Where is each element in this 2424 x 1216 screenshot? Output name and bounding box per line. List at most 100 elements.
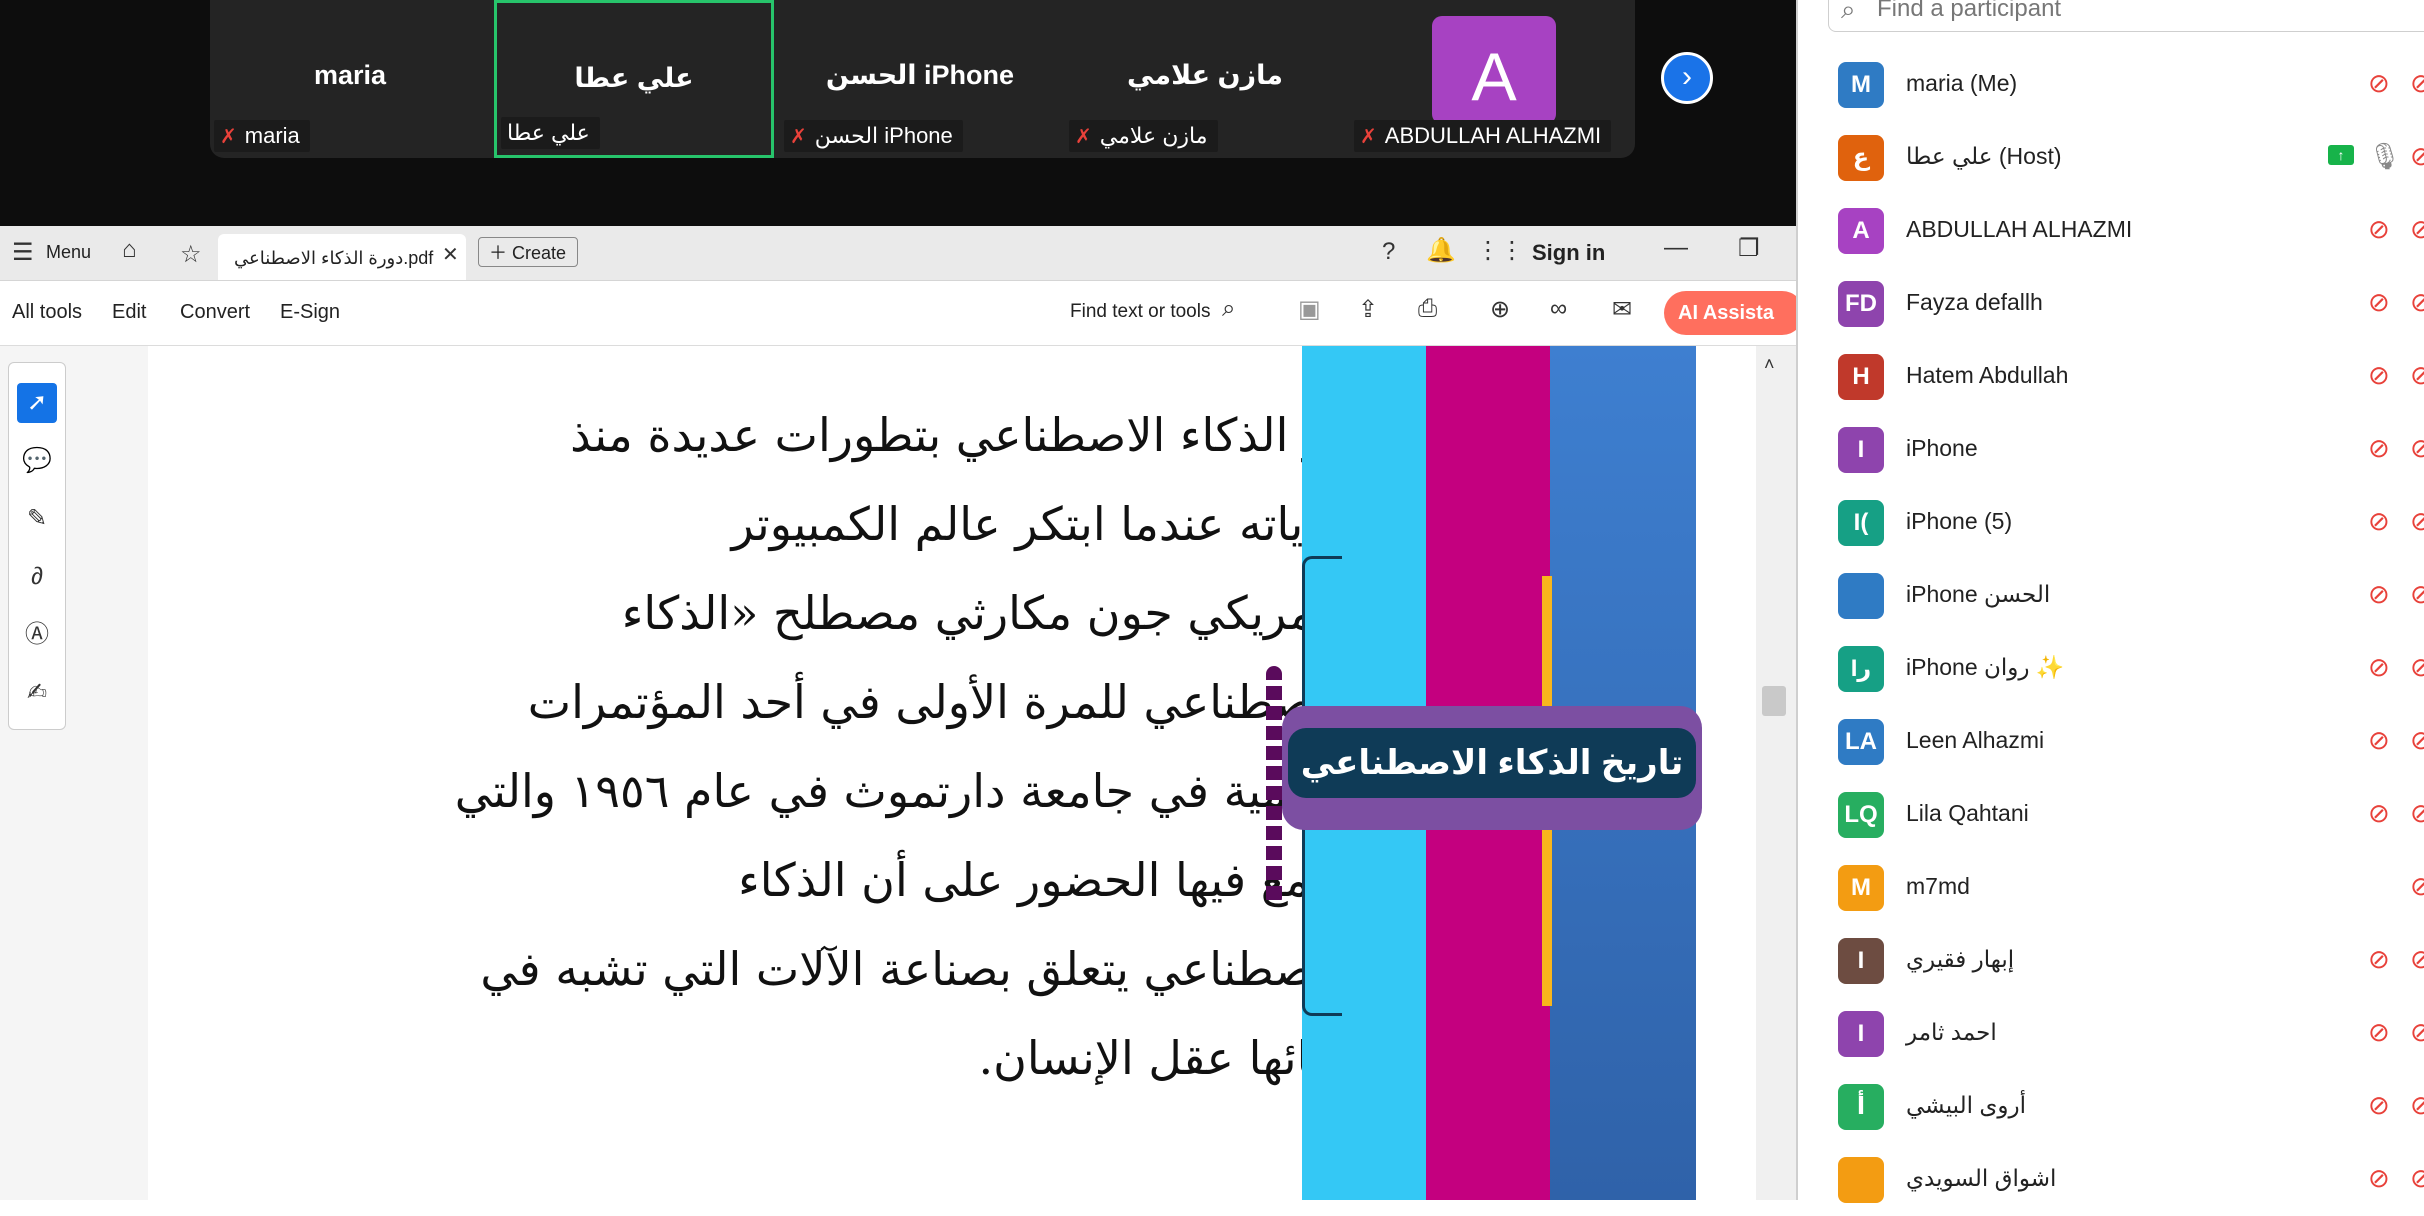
create-button[interactable]: ＋ Create bbox=[478, 237, 578, 267]
all-tools-button[interactable]: All tools bbox=[12, 301, 82, 324]
video-off-icon[interactable]: ⊘ bbox=[2410, 871, 2424, 902]
participant-row[interactable]: iPhone الحسن ⊘ ⊘ bbox=[1798, 559, 2424, 632]
video-off-icon[interactable]: ⊘ bbox=[2410, 1090, 2424, 1121]
avatar: I bbox=[1838, 427, 1884, 473]
draw-freehand-icon[interactable]: ∂ bbox=[17, 557, 57, 597]
video-off-icon[interactable]: ⊘ bbox=[2410, 944, 2424, 975]
participant-row[interactable]: Mm7md ⊘ bbox=[1798, 851, 2424, 924]
video-off-icon[interactable]: ⊘ bbox=[2410, 433, 2424, 464]
mic-muted-icon[interactable]: ⊘ bbox=[2368, 1090, 2390, 1121]
mic-muted-icon[interactable]: ⊘ bbox=[2368, 944, 2390, 975]
esign-button[interactable]: E-Sign bbox=[280, 301, 340, 324]
vertical-scrollbar[interactable]: ˄ bbox=[1756, 346, 1796, 1200]
video-off-icon[interactable]: ⊘ bbox=[2410, 725, 2424, 756]
participant-row[interactable]: ع علي عطا (Host) ↑ 🎙 ⊘ bbox=[1798, 121, 2424, 194]
mic-muted-icon[interactable]: ⊘ bbox=[2368, 433, 2390, 464]
participant-row[interactable]: H Hatem Abdullah ⊘ ⊘ bbox=[1798, 340, 2424, 413]
mic-muted-icon[interactable]: ⊘ bbox=[2368, 652, 2390, 683]
home-icon[interactable]: ⌂ bbox=[122, 236, 137, 264]
convert-button[interactable]: Convert bbox=[180, 301, 250, 324]
participant-row[interactable]: اشواق السويدي ⊘ ⊘ bbox=[1798, 1143, 2424, 1216]
menu-button[interactable]: Menu bbox=[46, 242, 91, 263]
apps-grid-icon[interactable]: ⋮⋮ bbox=[1476, 236, 1524, 265]
participant-row[interactable]: أ أروى البيشي ⊘ ⊘ bbox=[1798, 1070, 2424, 1143]
scrollbar-thumb[interactable] bbox=[1762, 686, 1786, 716]
quick-tools-panel: ➚ 💬 ✎ ∂ Ⓐ ✍ bbox=[8, 362, 66, 730]
avatar: I( bbox=[1838, 500, 1884, 546]
mic-muted-icon: ✗ bbox=[220, 126, 237, 148]
avatar: I bbox=[1838, 1011, 1884, 1057]
video-off-icon[interactable]: ⊘ bbox=[2410, 1017, 2424, 1048]
search-icon[interactable]: ⌕ bbox=[1222, 295, 1235, 323]
minimize-icon[interactable]: — bbox=[1664, 234, 1688, 262]
mic-muted-icon[interactable]: ⊘ bbox=[2368, 506, 2390, 537]
select-cursor-icon[interactable]: ➚ bbox=[17, 383, 57, 423]
pdf-text-line: مر الذكاء الاصطناعي بتطورات عديدة منذ bbox=[570, 408, 1353, 462]
mic-muted-icon[interactable]: ⊘ bbox=[2368, 68, 2390, 99]
share-icon[interactable]: ⊕ bbox=[1490, 295, 1510, 324]
print-icon[interactable]: ⎙ bbox=[1418, 295, 1437, 323]
mic-icon[interactable]: 🎙 bbox=[2368, 141, 2401, 172]
mic-muted-icon[interactable]: ⊘ bbox=[2368, 360, 2390, 391]
participant-row[interactable]: A ABDULLAH ALHAZMI ⊘ ⊘ bbox=[1798, 194, 2424, 267]
next-page-button[interactable]: › bbox=[1661, 52, 1713, 104]
ai-assistant-button[interactable]: AI Assista bbox=[1664, 291, 1804, 335]
mic-muted-icon[interactable]: ⊘ bbox=[2368, 725, 2390, 756]
video-tile[interactable]: مازن علامي ✗ مازن علامي bbox=[1065, 0, 1345, 158]
email-icon[interactable]: ✉ bbox=[1612, 295, 1632, 324]
participant-row[interactable]: IiPhone ⊘ ⊘ bbox=[1798, 413, 2424, 486]
cloud-upload-icon[interactable]: ⇪ bbox=[1358, 295, 1378, 324]
video-off-icon[interactable]: ⊘ bbox=[2410, 652, 2424, 683]
video-tile[interactable]: A ✗ ABDULLAH ALHAZMI bbox=[1350, 0, 1630, 158]
participant-name: اشواق السويدي bbox=[1906, 1165, 2057, 1191]
video-tile[interactable]: maria ✗ maria bbox=[210, 0, 490, 158]
sign-in-button[interactable]: Sign in bbox=[1532, 240, 1605, 266]
video-off-icon[interactable]: ⊘ bbox=[2410, 141, 2424, 172]
mic-muted-icon[interactable]: ⊘ bbox=[2368, 1017, 2390, 1048]
title-banner: تاريخ الذكاء الاصطناعي bbox=[1282, 706, 1702, 830]
highlight-pen-icon[interactable]: ✎ bbox=[17, 499, 57, 539]
close-tab-icon[interactable]: ✕ bbox=[442, 242, 459, 267]
video-off-icon[interactable]: ⊘ bbox=[2410, 798, 2424, 829]
edit-button[interactable]: Edit bbox=[112, 301, 146, 324]
participant-search-input[interactable]: ⌕ Find a participant bbox=[1828, 0, 2424, 32]
mic-muted-icon[interactable]: ⊘ bbox=[2368, 579, 2390, 610]
help-icon[interactable]: ? bbox=[1382, 238, 1395, 266]
mic-muted-icon[interactable]: ⊘ bbox=[2368, 214, 2390, 245]
hamburger-icon[interactable]: ☰ bbox=[12, 238, 34, 267]
find-text-button[interactable]: Find text or tools bbox=[1070, 301, 1210, 323]
text-box-icon[interactable]: Ⓐ bbox=[17, 615, 57, 655]
restore-icon[interactable]: ❐ bbox=[1738, 234, 1760, 263]
document-tab[interactable]: ☆ دورة الذكاء الاصطناعي.pdf ✕ bbox=[180, 234, 466, 280]
link-icon[interactable]: ∞ bbox=[1550, 295, 1567, 323]
plus-icon: ＋ bbox=[489, 243, 513, 263]
video-off-icon[interactable]: ⊘ bbox=[2410, 579, 2424, 610]
participant-row[interactable]: LQ Lila Qahtani ⊘ ⊘ bbox=[1798, 778, 2424, 851]
video-off-icon[interactable]: ⊘ bbox=[2410, 287, 2424, 318]
video-off-icon[interactable]: ⊘ bbox=[2410, 214, 2424, 245]
mic-muted-icon[interactable]: ⊘ bbox=[2368, 287, 2390, 318]
participant-row[interactable]: I(iPhone (5) ⊘ ⊘ bbox=[1798, 486, 2424, 559]
participant-name: iPhone bbox=[1906, 435, 1978, 461]
video-off-icon[interactable]: ⊘ bbox=[2410, 1163, 2424, 1194]
participant-row[interactable]: Mmaria (Me) ⊘ ⊘ bbox=[1798, 48, 2424, 121]
title-bar: ☰ Menu ⌂ ☆ دورة الذكاء الاصطناعي.pdf ✕ ＋… bbox=[0, 226, 1796, 281]
save-icon[interactable]: ▣ bbox=[1298, 295, 1321, 324]
video-off-icon[interactable]: ⊘ bbox=[2410, 360, 2424, 391]
participant-row[interactable]: I احمد ثامر ⊘ ⊘ bbox=[1798, 997, 2424, 1070]
fill-sign-icon[interactable]: ✍ bbox=[17, 673, 57, 713]
video-tile[interactable]: الحسن iPhone ✗ الحسن iPhone bbox=[780, 0, 1060, 158]
comment-icon[interactable]: 💬 bbox=[17, 441, 57, 481]
star-icon[interactable]: ☆ bbox=[180, 240, 202, 269]
participant-row[interactable]: I إبهار فقيري ⊘ ⊘ bbox=[1798, 924, 2424, 997]
mic-muted-icon[interactable]: ⊘ bbox=[2368, 798, 2390, 829]
scroll-up-icon[interactable]: ˄ bbox=[1764, 354, 1775, 375]
participant-row[interactable]: FD Fayza defallh ⊘ ⊘ bbox=[1798, 267, 2424, 340]
participant-row[interactable]: Iر iPhone روان ✨ ⊘ ⊘ bbox=[1798, 632, 2424, 705]
video-off-icon[interactable]: ⊘ bbox=[2410, 506, 2424, 537]
mic-muted-icon[interactable]: ⊘ bbox=[2368, 1163, 2390, 1194]
video-tile-active-speaker[interactable]: علي عطا علي عطا bbox=[494, 0, 774, 158]
bell-icon[interactable]: 🔔 bbox=[1426, 236, 1456, 265]
video-off-icon[interactable]: ⊘ bbox=[2410, 68, 2424, 99]
participant-row[interactable]: LA Leen Alhazmi ⊘ ⊘ bbox=[1798, 705, 2424, 778]
